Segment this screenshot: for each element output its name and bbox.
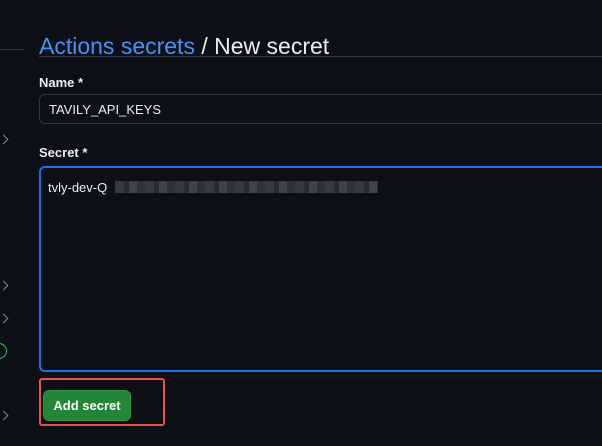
redacted-secret-blur: [115, 181, 378, 193]
title-divider: [39, 56, 602, 57]
chevron-icon[interactable]: [0, 313, 9, 324]
add-secret-button[interactable]: Add secret: [43, 390, 131, 421]
chevron-icon[interactable]: [0, 280, 9, 291]
secret-label: Secret *: [39, 145, 88, 160]
chevron-icon[interactable]: [0, 134, 9, 145]
new-secret-page: Actions secrets / New secret Name * Secr…: [0, 0, 602, 446]
chevron-icon[interactable]: [0, 410, 9, 421]
secret-name-input[interactable]: [39, 94, 602, 124]
check-circle-icon: [0, 343, 7, 359]
settings-sidebar: [0, 0, 24, 446]
sidebar-divider: [0, 49, 24, 50]
secret-value-textarea[interactable]: tvly-dev-Q: [39, 166, 602, 372]
name-label: Name *: [39, 75, 84, 90]
secret-value-text: tvly-dev-Q: [48, 180, 108, 195]
